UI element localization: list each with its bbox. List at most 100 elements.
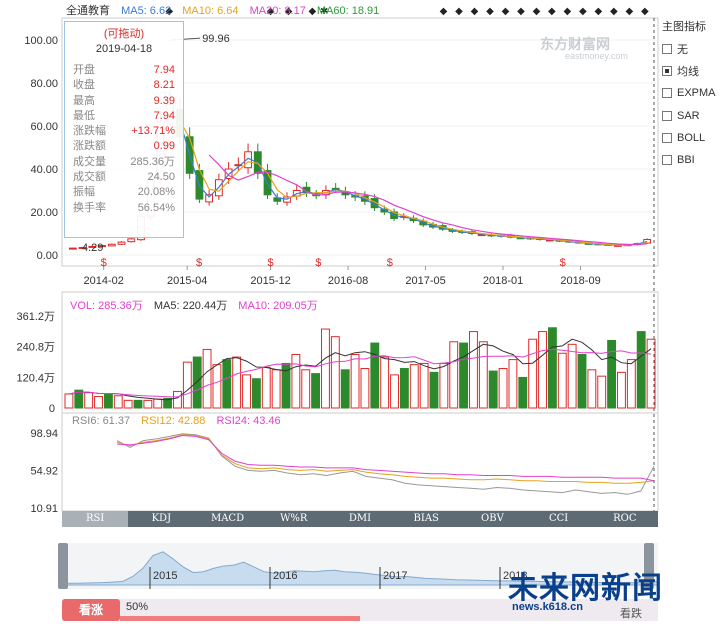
tab-bias[interactable]: BIAS <box>393 511 459 527</box>
tab-rsi[interactable]: RSI <box>62 511 129 527</box>
volume-bar <box>311 373 321 409</box>
stock-chart-page: 100.00 80.00 60.00 40.00 20.00 0.00 2014-02 201… <box>0 0 724 626</box>
volume-bar <box>291 354 301 409</box>
ma10-line <box>159 119 648 246</box>
tab-wpctr[interactable]: W%R <box>261 511 327 527</box>
y-tick-label: 20.00 <box>30 207 58 219</box>
candle-body <box>127 238 136 243</box>
volume-bar <box>251 378 261 409</box>
volume-bar <box>617 371 626 409</box>
volume-bar <box>340 369 350 409</box>
y-tick-label: 60.00 <box>30 121 58 133</box>
volume-bar <box>153 398 163 409</box>
volume-bar <box>380 356 390 409</box>
vol-ma10-label: MA10: 209.05万 <box>238 300 318 312</box>
dividend-marker-icon: $ <box>387 257 393 269</box>
vol-tick-label: 0 <box>49 403 55 415</box>
volume-bar <box>636 331 646 409</box>
tab-dmi[interactable]: DMI <box>327 511 393 527</box>
high-annotation: 99.96 <box>202 33 230 45</box>
tooltip-value: 24.50 <box>147 171 175 184</box>
event-marker-icon: ◆ <box>471 6 479 17</box>
volume-bar <box>626 359 636 409</box>
volume-bar <box>94 396 103 409</box>
indicator-option-label: BBI <box>677 154 695 167</box>
tooltip-row: 振幅 20.08% <box>65 185 183 200</box>
tooltip-key: 开盘 <box>73 64 95 76</box>
watermark-url: news.k618.cn <box>512 601 583 613</box>
bull-button[interactable]: 看涨 <box>62 599 120 621</box>
navigator-year-label: 2016 <box>273 570 297 582</box>
stock-name: 全通教育 <box>66 5 110 17</box>
checkbox-icon[interactable] <box>662 44 672 55</box>
vol-tick-label: 361.2万 <box>16 311 55 323</box>
navigator-left-handle[interactable] <box>58 543 68 589</box>
dividend-marker-icon: $ <box>315 257 321 269</box>
rsi12-label: RSI12: 42.88 <box>141 415 206 427</box>
event-marker-icon: ◆ <box>455 6 463 17</box>
rsi-frame <box>61 412 659 512</box>
indicator-option[interactable]: BBI <box>662 149 724 171</box>
indicator-option[interactable]: EXPMA <box>662 82 724 104</box>
tooltip-value: 56.54% <box>137 201 175 214</box>
dividend-marker-icon: $ <box>101 257 107 269</box>
tooltip-value: 7.94 <box>153 109 175 122</box>
x-tick-label: 2015-12 <box>250 275 290 287</box>
tooltip-key: 最低 <box>73 109 95 122</box>
tab-kdj[interactable]: KDJ <box>128 511 194 527</box>
tooltip-value: 20.08% <box>137 186 175 199</box>
checkbox-icon[interactable] <box>662 110 672 121</box>
tooltip-value: +13.71% <box>131 125 175 138</box>
indicator-option[interactable]: BOLL <box>662 127 724 149</box>
tooltip-key: 收盘 <box>73 79 95 92</box>
rsi-tick-label: 10.91 <box>30 503 58 515</box>
tooltip-value: 9.39 <box>153 94 175 107</box>
indicator-option[interactable]: 无 <box>662 38 724 60</box>
price-tooltip[interactable]: (可拖动) 2019-04-18 开盘 7.94 收盘 8.21 最高 9.39 最低 7.9… <box>64 21 184 238</box>
volume-bar <box>449 341 459 409</box>
indicator-option[interactable]: 均线 <box>662 60 724 82</box>
volume-bar <box>439 362 449 409</box>
indicator-option[interactable]: SAR <box>662 105 724 127</box>
ma10-label: MA10: 6.64 <box>182 5 239 17</box>
event-marker-icon: ◆ <box>486 6 494 17</box>
tooltip-row: 开盘 7.94 <box>65 63 183 78</box>
volume-bar <box>399 368 409 409</box>
volume-bar <box>607 340 617 409</box>
volume-bar <box>173 390 182 409</box>
checkbox-icon[interactable] <box>662 132 672 143</box>
tab-obv[interactable]: OBV <box>459 511 525 527</box>
volume-bar <box>143 399 153 409</box>
rsi-tick-label: 54.92 <box>30 466 58 478</box>
y-tick-label: 100.00 <box>24 35 58 47</box>
rsi24-label: RSI24: 43.46 <box>216 415 281 427</box>
indicator-panel: 主图指标 无均线 EXPMA SAR BOLL BBI <box>662 18 724 171</box>
vol-tick-label: 240.8万 <box>16 342 55 354</box>
volume-bar <box>518 376 528 409</box>
volume-bar <box>212 364 222 409</box>
indicator-option-label: 无 <box>677 44 688 57</box>
volume-bar <box>84 392 94 409</box>
checkbox-icon[interactable] <box>662 88 672 99</box>
tab-cci[interactable]: CCI <box>526 511 592 527</box>
indicator-option-label: SAR <box>677 109 700 122</box>
checkbox-icon[interactable] <box>662 66 672 77</box>
tooltip-key: 涨跌幅 <box>73 125 106 138</box>
tab-roc[interactable]: ROC <box>592 511 658 527</box>
rsi-line-rsi6 <box>116 433 655 495</box>
tooltip-rows: 开盘 7.94 收盘 8.21 最高 9.39 最低 7.94 涨跌幅 +13.71% 涨跌额 0.9… <box>65 63 183 216</box>
event-marker-icon: ◆ <box>440 6 448 17</box>
bull-fill <box>120 616 360 621</box>
volume-bar <box>64 393 74 409</box>
vol-legend: VOL: 285.36万 MA5: 220.44万 MA10: 209.05万 <box>70 297 326 313</box>
tab-macd[interactable]: MACD <box>194 511 260 527</box>
ma60-label: MA60: 18.91 <box>316 5 380 17</box>
indicator-option-label: 均线 <box>677 66 699 79</box>
x-tick-label: 2017-05 <box>405 275 445 287</box>
tooltip-row: 最高 9.39 <box>65 94 183 109</box>
event-marker-icon: ◆ <box>533 6 541 17</box>
volume-bar <box>419 362 429 409</box>
tooltip-key: 成交额 <box>73 171 106 184</box>
checkbox-icon[interactable] <box>662 155 672 166</box>
tooltip-row: 最低 7.94 <box>65 109 183 124</box>
